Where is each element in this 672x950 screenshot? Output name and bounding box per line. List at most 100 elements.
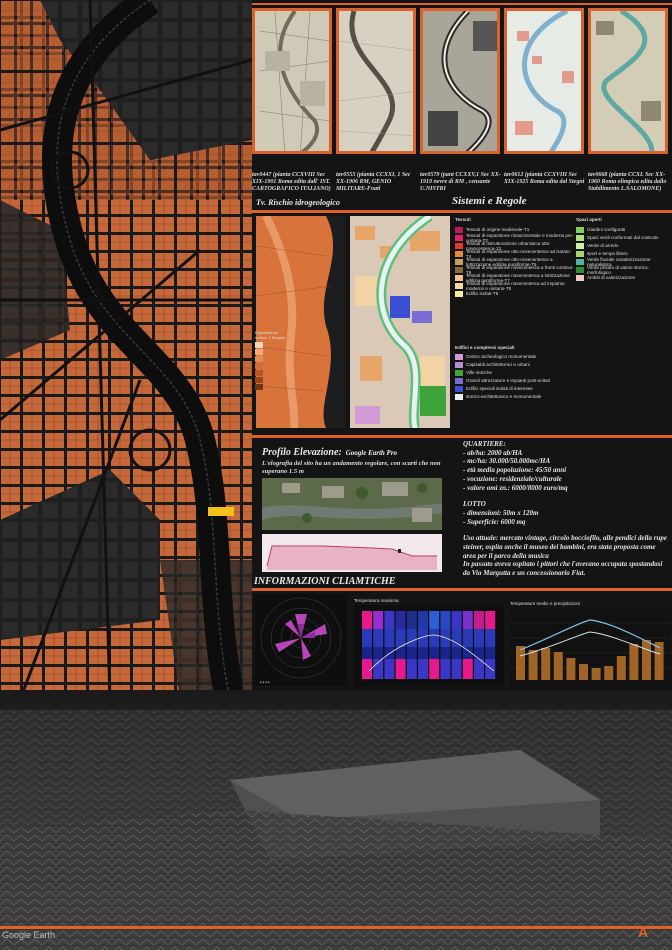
legend-swatch: [455, 274, 463, 281]
legend-swatch: [255, 349, 263, 355]
temperature-bar-segment: [395, 659, 406, 679]
precipitation-bar: [516, 646, 525, 680]
legend-swatch: [455, 242, 463, 249]
historical-map-2: [336, 8, 416, 154]
quartiere-title: QUARTIERE:: [463, 440, 506, 448]
wind-rose: ● ● ● ●: [255, 594, 347, 686]
edifici-legend-title: Edifici e complessi speciali: [455, 345, 515, 350]
legend-swatch: [576, 234, 584, 241]
legend-swatch: [255, 342, 263, 348]
legend-swatch: [455, 250, 463, 257]
legend-swatch: [455, 393, 463, 400]
tessuti-legend: Tessuti Tessuti di origine medievale-T1 T…: [455, 217, 575, 298]
temp-max-title: Temperatura massima: [354, 598, 399, 603]
legend-item: Grandi attrezzature e impianti post-unit…: [455, 377, 575, 384]
temperature-bar-segment: [373, 647, 384, 659]
legend-item: Verde privato di valore storico-morfolog…: [576, 264, 670, 275]
temperature-bar-segment: [362, 647, 372, 659]
temperature-bar-segment: [440, 647, 451, 659]
edifici-legend: Edifici e complessi speciali Centro arch…: [455, 345, 575, 401]
profile-text: L'elografia del sito ha un andamento reg…: [262, 460, 441, 475]
temperature-bar-segment: [395, 611, 406, 629]
hydro-risk-map: [256, 216, 346, 428]
temperature-bar-segment: [462, 629, 473, 647]
legend-swatch: [576, 250, 584, 257]
temperature-bar-segment: [485, 647, 496, 659]
temperature-bar-segment: [418, 659, 428, 679]
legend-item: Giardini configurati: [576, 226, 670, 233]
uso-text: Uso attuale: mercato vintage, circolo bo…: [463, 534, 667, 560]
spazi-legend-title: Spazi aperti: [576, 217, 602, 222]
climate-title: INFORMAZIONI CLIAMTICHE: [254, 576, 396, 587]
legend-item: storico-architettonico e monumentale: [455, 393, 575, 400]
quartiere-line: - mc/ha: 30.000/50.000mc/HA: [463, 457, 551, 466]
precipitation-bar: [566, 658, 576, 680]
temperature-bar-segment: [474, 629, 484, 647]
precipitation-bar: [579, 664, 588, 680]
legend-item: Spazi verdi conformati dal costruito: [576, 234, 670, 241]
systems-title: Sistemi e Regole: [452, 195, 527, 207]
satellite-image: [262, 478, 442, 530]
temperature-bar-segment: [373, 611, 384, 629]
temperature-bar-segment: [384, 629, 395, 647]
legend-label: Verde privato di valore storico-morfolog…: [587, 264, 650, 275]
legend-swatch: [455, 377, 463, 384]
legend-label: Ambiti di valorizzazione: [587, 275, 635, 280]
temperature-bar-segment: [406, 647, 417, 659]
svg-text:● ● ● ●: ● ● ● ●: [260, 680, 270, 684]
precipitation-bar: [616, 656, 626, 680]
legend-item: Centro archeologico monumentale: [455, 353, 575, 360]
historical-map-caption: tav0447 (pianta CCXVIII Sec XIX-1901 Rom…: [252, 172, 331, 192]
temperature-bar-segment: [440, 611, 451, 629]
temperature-bar-segment: [429, 659, 440, 679]
precipitation-bar: [553, 652, 563, 680]
temperature-bar-segment: [474, 647, 484, 659]
legend-item: Edifici isolati-T9: [455, 290, 575, 297]
urban-systems-map: [350, 216, 450, 428]
legend-swatch: [455, 234, 463, 241]
temperature-bar-segment: [384, 611, 395, 629]
legend-swatch: [455, 266, 463, 273]
legend-swatch: [255, 363, 263, 369]
divider: [252, 435, 672, 438]
legend-label: sport e tempo libero: [587, 251, 628, 256]
city-figure-ground-map: [0, 0, 252, 700]
temperature-bar-segment: [406, 659, 417, 679]
legend-label: Tessuti di origine medievale-T1: [466, 227, 530, 232]
historical-map-caption: tav0579 (pant CCXXV,1 Sec XX-1919 nevre …: [420, 172, 501, 192]
legend-swatch: [576, 258, 584, 265]
precipitation-bar: [642, 640, 651, 680]
legend-label: Edifici isolati-T9: [466, 291, 499, 296]
legend-label: Centro archeologico monumentale: [466, 354, 537, 359]
temperature-bar-segment: [406, 611, 417, 629]
legend-item: Edifici speciali isolati di interesse: [455, 385, 575, 392]
legend-swatch: [455, 353, 463, 360]
elevation-profile: [262, 534, 442, 572]
legend-swatch: [455, 361, 463, 368]
legend-swatch: [455, 226, 463, 233]
profile-title: Profilo Elevazione:: [262, 447, 342, 458]
temperature-bar-segment: [429, 611, 440, 629]
temperature-bar-segment: [418, 647, 428, 659]
tessuti-legend-title: Tessuti: [455, 217, 471, 222]
hydro-legend: Equidistanza isoline: 1 Bussini: [255, 330, 289, 391]
lotto-line: - dimensioni: 50m x 120m: [463, 508, 539, 517]
historical-map-caption: tav0612 (pianta CCXVIII Sec XIX-1925 Rom…: [504, 172, 585, 185]
historical-map-4: [504, 8, 584, 154]
precipitation-bar: [604, 666, 614, 680]
temperature-bar-segment: [485, 629, 496, 647]
legend-item: Ambiti di valorizzazione: [576, 274, 670, 281]
temperature-bar-segment: [362, 611, 372, 629]
temp-prec-title: Temperature medie e precipitazioni: [510, 601, 581, 606]
temperature-bar-segment: [451, 647, 462, 659]
historical-map-5: [588, 8, 668, 154]
legend-swatch: [455, 282, 463, 289]
legend-swatch: [455, 258, 463, 265]
legend-label: Grandi attrezzature e impianti post-unit…: [466, 378, 551, 383]
legend-swatch: [455, 385, 463, 392]
historical-map-1: [252, 8, 332, 154]
precipitation-bar: [629, 644, 639, 680]
lotto-title: LOTTO: [463, 500, 486, 509]
temperature-precipitation-chart: [510, 608, 670, 688]
legend-label: Verde di arredo: [587, 243, 619, 248]
